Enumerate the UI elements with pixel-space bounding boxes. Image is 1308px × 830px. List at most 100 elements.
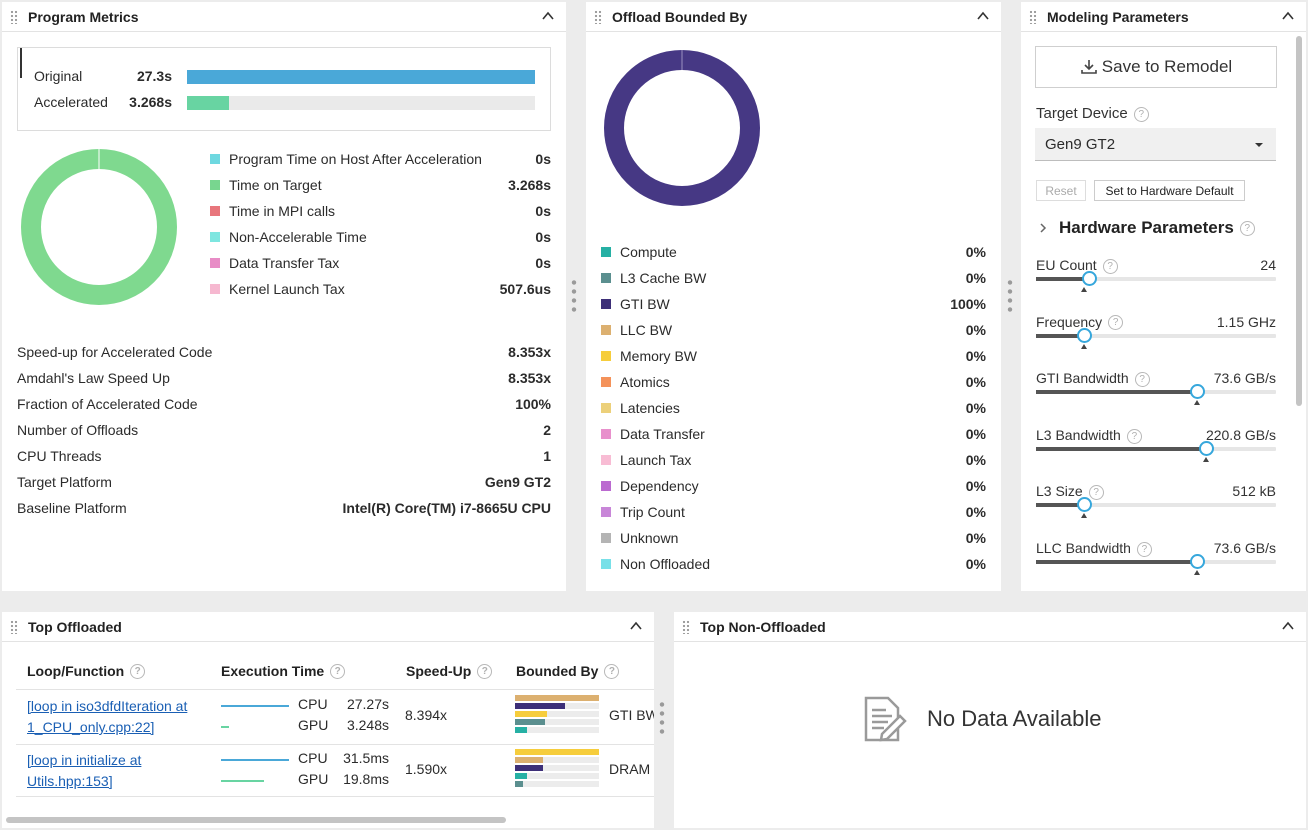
bounded-legend-item: Unknown [601,530,678,546]
function-link[interactable]: [loop in initialize at Utils.hpp:153] [27,750,141,792]
help-icon[interactable]: ? [1108,315,1124,331]
help-icon[interactable]: ? [1136,541,1152,557]
slider-thumb[interactable] [1077,497,1092,513]
drag-handle-icon[interactable] [594,10,602,24]
stat-value: 2 [543,422,551,438]
gpu-label: GPU [298,717,329,733]
function-link-line2[interactable]: 1_CPU_only.cpp:22] [27,717,187,738]
collapse-chevron-icon[interactable] [977,10,989,22]
help-icon[interactable]: ? [1126,428,1142,444]
legend-value: 0s [535,203,551,219]
collapse-chevron-icon[interactable] [1282,10,1294,22]
function-link-line2[interactable]: Utils.hpp:153] [27,771,141,792]
help-icon[interactable]: ? [477,663,493,679]
function-link-line1[interactable]: [loop in iso3dfdIteration at [27,696,187,717]
legend-swatch [601,429,611,439]
slider-label: Frequency? [1036,314,1124,331]
compare-value: 3.268s [129,94,172,110]
help-icon[interactable]: ? [1134,371,1150,387]
horizontal-scrollbar[interactable] [6,817,506,823]
collapse-chevron-icon[interactable] [630,620,642,632]
legend-item: Time in MPI calls [210,203,335,219]
legend-swatch [210,284,220,294]
compare-bar [187,70,535,84]
legend-label: Memory BW [620,348,697,364]
legend-value: 0% [965,374,986,390]
stat-value: Intel(R) Core(TM) i7-8665U CPU [342,500,551,516]
slider-thumb[interactable] [1081,271,1097,286]
help-icon[interactable]: ? [1239,220,1255,236]
slider-thumb[interactable] [1189,384,1205,400]
splitter-handle[interactable] [1007,278,1013,314]
stat-value: 100% [515,396,551,412]
compare-track [187,96,535,110]
compare-label: Accelerated [34,94,108,110]
target-device-select[interactable]: Gen9 GT2 [1035,128,1276,161]
drag-handle-icon[interactable] [10,620,18,634]
help-icon[interactable]: ? [1133,106,1149,122]
legend-label: Time in MPI calls [229,203,336,219]
slider-label-text: L3 Size [1036,483,1083,500]
bounded-legend-item: Launch Tax [601,452,691,468]
slider-thumb[interactable] [1077,327,1092,343]
bounded-bar-track [515,727,599,733]
scrollbar[interactable] [1296,36,1302,406]
gpu-time: 19.8ms [343,771,389,787]
splitter-handle[interactable] [571,278,577,314]
legend-label: Data Transfer Tax [229,255,340,271]
slider-thumb[interactable] [1199,440,1215,456]
legend-label: Atomics [620,374,670,390]
download-icon [1080,60,1097,74]
help-icon[interactable]: ? [130,663,146,679]
reset-button[interactable]: Reset [1036,180,1086,201]
slider-thumb[interactable] [1189,554,1205,569]
cpu-time-bar [221,759,289,761]
bounded-bar [515,711,547,717]
legend-item: Time on Target [210,177,322,193]
panel-header: Offload Bounded By [586,2,1001,32]
legend-label: Data Transfer [620,426,705,442]
legend-label: Dependency [620,478,699,494]
collapse-chevron-icon[interactable] [1282,620,1294,632]
gpu-label: GPU [298,771,329,787]
time-comparison-box: Original 27.3s Accelerated 3.268s [17,47,551,131]
column-header-label: Bounded By [516,663,599,679]
splitter-handle[interactable] [659,700,665,736]
hardware-parameters-toggle[interactable]: Hardware Parameters ? [1039,218,1255,238]
reset-label: Reset [1045,183,1077,198]
top-offloaded-panel: Top Offloaded Loop/Function? Execution Ti… [2,612,654,828]
column-header[interactable]: Bounded By? [516,663,620,679]
legend-value: 0% [965,426,986,442]
legend-swatch [601,507,611,517]
column-header[interactable]: Execution Time? [221,663,346,679]
drag-handle-icon[interactable] [682,620,690,634]
hardware-default-button[interactable]: Set to Hardware Default [1094,180,1245,201]
legend-label: Non Offloaded [620,556,711,572]
save-to-remodel-button[interactable]: Save to Remodel [1035,46,1277,88]
column-header[interactable]: Loop/Function? [27,663,146,679]
drag-handle-icon[interactable] [1029,10,1037,24]
program-metrics-panel: Program Metrics Original 27.3s Accelerated… [2,2,566,591]
bounded-bar-track [515,781,599,787]
legend-value: 0% [965,322,986,338]
legend-value: 0s [535,255,551,271]
legend-value: 0% [965,348,986,364]
help-icon[interactable]: ? [604,663,620,679]
legend-label: Latencies [620,400,680,416]
help-icon[interactable]: ? [1102,258,1118,274]
help-icon[interactable]: ? [330,663,346,679]
bounded-bar [515,695,599,701]
function-link-line1[interactable]: [loop in initialize at [27,750,141,771]
legend-value: 0% [965,270,986,286]
bounded-legend-item: LLC BW [601,322,672,338]
legend-label: Program Time on Host After Acceleration [229,151,482,167]
drag-handle-icon[interactable] [10,10,18,24]
legend-value: 0% [965,400,986,416]
bounded-bar-track [515,773,599,779]
function-link[interactable]: [loop in iso3dfdIteration at 1_CPU_only.c… [27,696,187,738]
legend-item: Kernel Launch Tax [210,281,345,297]
collapse-chevron-icon[interactable] [542,10,554,22]
help-icon[interactable]: ? [1088,485,1104,501]
column-header[interactable]: Speed-Up? [406,663,493,679]
legend-swatch [210,232,220,242]
